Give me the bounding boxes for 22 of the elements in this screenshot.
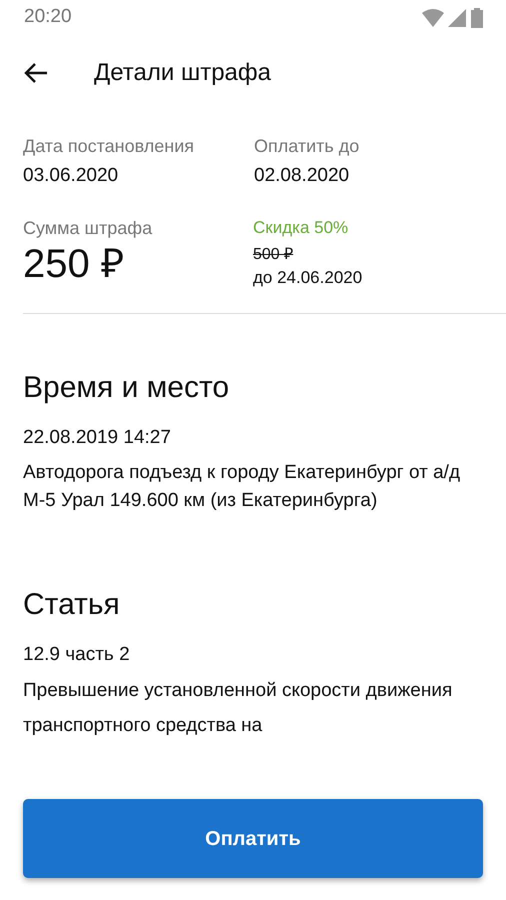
date-value: 03.06.2020 bbox=[23, 164, 118, 188]
date-label: Дата постановления bbox=[23, 135, 194, 157]
wifi-icon bbox=[422, 8, 444, 26]
date-label: Оплатить до bbox=[254, 135, 360, 157]
article-description: Превышение установленной скорости движения транспортного средства на bbox=[23, 679, 454, 738]
back-icon[interactable] bbox=[24, 62, 48, 84]
violation-address: Автодорога подъезд к городу Екатеринбург от а/д М-5 Урал 149.600 км (из Екатеринбурга) bbox=[23, 461, 462, 513]
screen-title: Детали штрафа bbox=[94, 58, 271, 88]
date-value: 02.08.2020 bbox=[254, 164, 350, 188]
status-time: 20:20 bbox=[24, 5, 72, 30]
signal-icon bbox=[448, 8, 466, 26]
violation-datetime: 22.08.2019 14:27 bbox=[23, 426, 171, 450]
fine-amount: 250 ₽ bbox=[23, 241, 124, 287]
section-title: Время и место bbox=[23, 370, 230, 406]
battery-icon bbox=[470, 8, 484, 28]
pay-button[interactable]: Оплатить bbox=[23, 799, 483, 878]
article-number: 12.9 часть 2 bbox=[23, 643, 130, 667]
section-title: Статья bbox=[23, 587, 120, 623]
discount-deadline: до 24.06.2020 bbox=[253, 268, 362, 288]
amount-label: Сумма штрафа bbox=[23, 217, 154, 239]
discount-label: Скидка 50% bbox=[253, 217, 348, 239]
old-amount: 500 ₽ bbox=[253, 245, 294, 265]
